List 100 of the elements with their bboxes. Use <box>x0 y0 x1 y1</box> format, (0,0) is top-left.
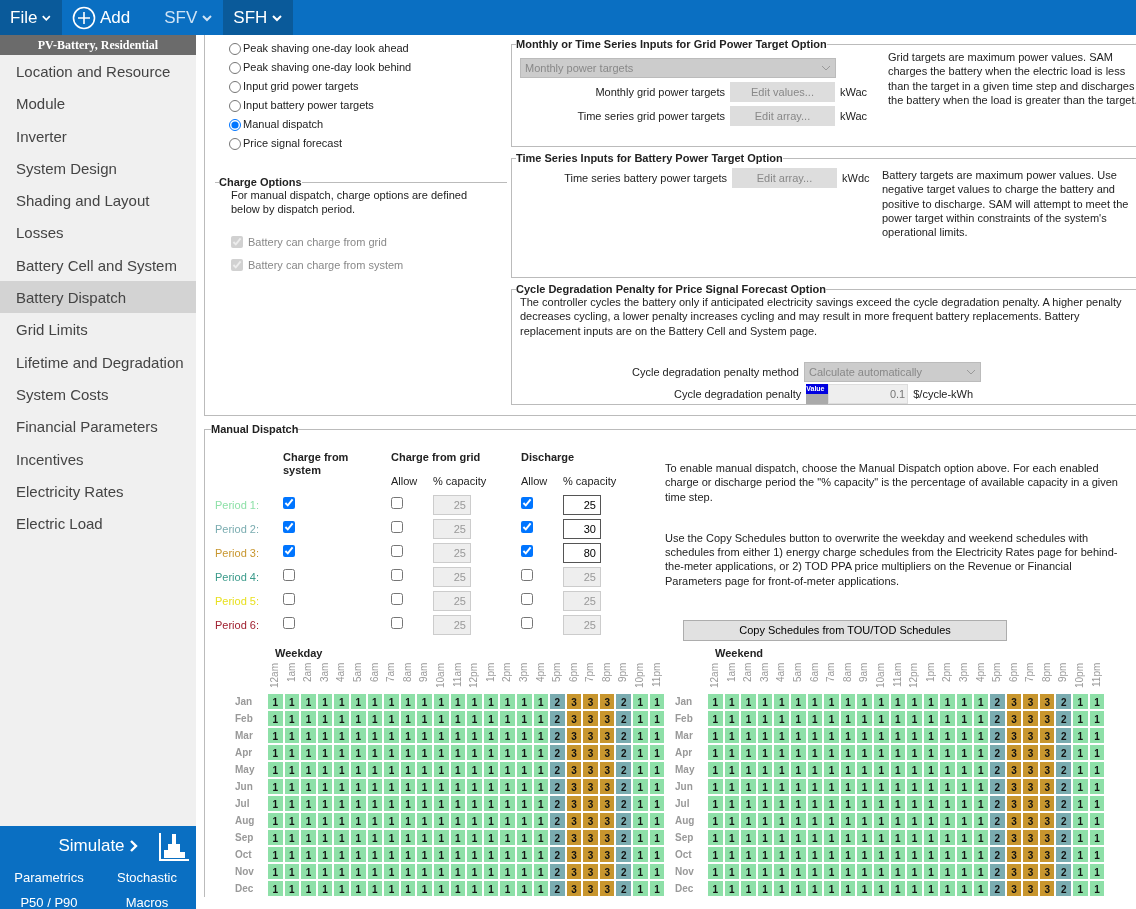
schedule-cell[interactable]: 1 <box>707 727 724 745</box>
schedule-cell[interactable]: 2 <box>549 710 566 728</box>
schedule-cell[interactable]: 1 <box>383 863 400 881</box>
schedule-cell[interactable]: 1 <box>333 710 350 728</box>
schedule-cell[interactable]: 1 <box>823 693 840 711</box>
schedule-cell[interactable]: 1 <box>939 710 956 728</box>
schedule-cell[interactable]: 3 <box>582 744 599 762</box>
schedule-cell[interactable]: 1 <box>416 744 433 762</box>
schedule-cell[interactable]: 2 <box>549 727 566 745</box>
schedule-cell[interactable]: 1 <box>939 863 956 881</box>
schedule-cell[interactable]: 3 <box>582 778 599 796</box>
schedule-cell[interactable]: 1 <box>856 812 873 830</box>
schedule-cell[interactable]: 1 <box>499 863 516 881</box>
schedule-cell[interactable]: 1 <box>416 863 433 881</box>
schedule-cell[interactable]: 1 <box>707 812 724 830</box>
schedule-cell[interactable]: 3 <box>582 761 599 779</box>
schedule-cell[interactable]: 1 <box>300 795 317 813</box>
schedule-cell[interactable]: 1 <box>823 727 840 745</box>
schedule-cell[interactable]: 1 <box>773 863 790 881</box>
schedule-cell[interactable]: 1 <box>499 795 516 813</box>
schedule-cell[interactable]: 1 <box>823 863 840 881</box>
schedule-cell[interactable]: 1 <box>707 880 724 898</box>
schedule-cell[interactable]: 2 <box>615 846 633 864</box>
schedule-cell[interactable]: 3 <box>1022 880 1039 898</box>
checkbox[interactable] <box>521 496 533 509</box>
checkbox[interactable] <box>391 592 403 605</box>
schedule-cell[interactable]: 1 <box>773 710 790 728</box>
schedule-cell[interactable]: 1 <box>773 880 790 898</box>
schedule-cell[interactable]: 2 <box>615 880 633 898</box>
schedule-cell[interactable]: 1 <box>707 693 724 711</box>
schedule-cell[interactable]: 1 <box>300 727 317 745</box>
schedule-cell[interactable]: 1 <box>823 812 840 830</box>
schedule-cell[interactable]: 1 <box>267 744 284 762</box>
schedule-cell[interactable]: 1 <box>707 795 724 813</box>
schedule-cell[interactable]: 1 <box>267 795 284 813</box>
schedule-cell[interactable]: 2 <box>1055 880 1073 898</box>
schedule-cell[interactable]: 3 <box>1022 693 1039 711</box>
schedule-cell[interactable]: 1 <box>773 795 790 813</box>
schedule-cell[interactable]: 1 <box>383 727 400 745</box>
schedule-cell[interactable]: 2 <box>615 778 633 796</box>
schedule-cell[interactable]: 1 <box>499 778 516 796</box>
schedule-cell[interactable]: 1 <box>1072 761 1089 779</box>
schedule-cell[interactable]: 1 <box>333 795 350 813</box>
schedule-cell[interactable]: 2 <box>1055 863 1073 881</box>
schedule-cell[interactable]: 1 <box>416 812 433 830</box>
schedule-cell[interactable]: 1 <box>707 778 724 796</box>
toolbar-button[interactable]: Add <box>62 0 141 35</box>
schedule-cell[interactable]: 3 <box>1022 778 1039 796</box>
schedule-cell[interactable]: 1 <box>1072 778 1089 796</box>
schedule-cell[interactable]: 1 <box>383 812 400 830</box>
sidebar-item[interactable]: Module <box>0 87 196 120</box>
schedule-cell[interactable]: 1 <box>416 710 433 728</box>
schedule-cell[interactable]: 1 <box>466 863 483 881</box>
schedule-cell[interactable]: 1 <box>906 693 923 711</box>
schedule-cell[interactable]: 2 <box>615 710 633 728</box>
schedule-cell[interactable]: 2 <box>989 744 1006 762</box>
schedule-cell[interactable]: 3 <box>1022 761 1039 779</box>
schedule-cell[interactable]: 1 <box>383 795 400 813</box>
schedule-cell[interactable]: 3 <box>1022 829 1039 847</box>
schedule-cell[interactable]: 1 <box>773 693 790 711</box>
schedule-cell[interactable]: 1 <box>1072 880 1089 898</box>
schedule-cell[interactable]: 1 <box>300 829 317 847</box>
schedule-cell[interactable]: 1 <box>499 829 516 847</box>
schedule-cell[interactable]: 3 <box>582 710 599 728</box>
schedule-cell[interactable]: 1 <box>939 693 956 711</box>
schedule-cell[interactable]: 2 <box>1055 727 1073 745</box>
schedule-cell[interactable]: 1 <box>773 744 790 762</box>
schedule-cell[interactable]: 1 <box>300 846 317 864</box>
schedule-cell[interactable]: 1 <box>856 693 873 711</box>
schedule-cell[interactable]: 2 <box>549 846 566 864</box>
schedule-cell[interactable]: 2 <box>989 812 1006 830</box>
checkbox[interactable] <box>521 520 533 533</box>
schedule-cell[interactable]: 1 <box>740 863 757 881</box>
schedule-cell[interactable]: 1 <box>466 795 483 813</box>
schedule-cell[interactable]: 1 <box>856 778 873 796</box>
schedule-cell[interactable]: 1 <box>1072 693 1089 711</box>
sidebar-item[interactable]: Grid Limits <box>0 313 196 346</box>
sidebar-item[interactable]: Losses <box>0 216 196 249</box>
schedule-cell[interactable]: 1 <box>823 744 840 762</box>
schedule-cell[interactable]: 1 <box>466 880 483 898</box>
schedule-cell[interactable]: 1 <box>823 795 840 813</box>
schedule-cell[interactable]: 1 <box>499 880 516 898</box>
checkbox[interactable] <box>521 568 533 581</box>
schedule-cell[interactable]: 1 <box>939 778 956 796</box>
schedule-cell[interactable]: 1 <box>499 812 516 830</box>
schedule-cell[interactable]: 2 <box>1055 710 1073 728</box>
schedule-cell[interactable]: 1 <box>466 710 483 728</box>
schedule-cell[interactable]: 2 <box>1055 812 1073 830</box>
copy-schedules-button[interactable]: Copy Schedules from TOU/TOD Schedules <box>683 620 1007 642</box>
schedule-cell[interactable]: 1 <box>939 744 956 762</box>
checkbox[interactable] <box>391 496 403 509</box>
schedule-cell[interactable]: 1 <box>466 761 483 779</box>
schedule-cell[interactable]: 1 <box>416 727 433 745</box>
schedule-cell[interactable]: 1 <box>466 693 483 711</box>
schedule-cell[interactable]: 1 <box>773 761 790 779</box>
sidebar-item[interactable]: Incentives <box>0 442 196 475</box>
schedule-cell[interactable]: 1 <box>773 829 790 847</box>
sidebar-item[interactable]: Shading and Layout <box>0 184 196 217</box>
schedule-cell[interactable]: 3 <box>582 880 599 898</box>
schedule-cell[interactable]: 1 <box>300 812 317 830</box>
